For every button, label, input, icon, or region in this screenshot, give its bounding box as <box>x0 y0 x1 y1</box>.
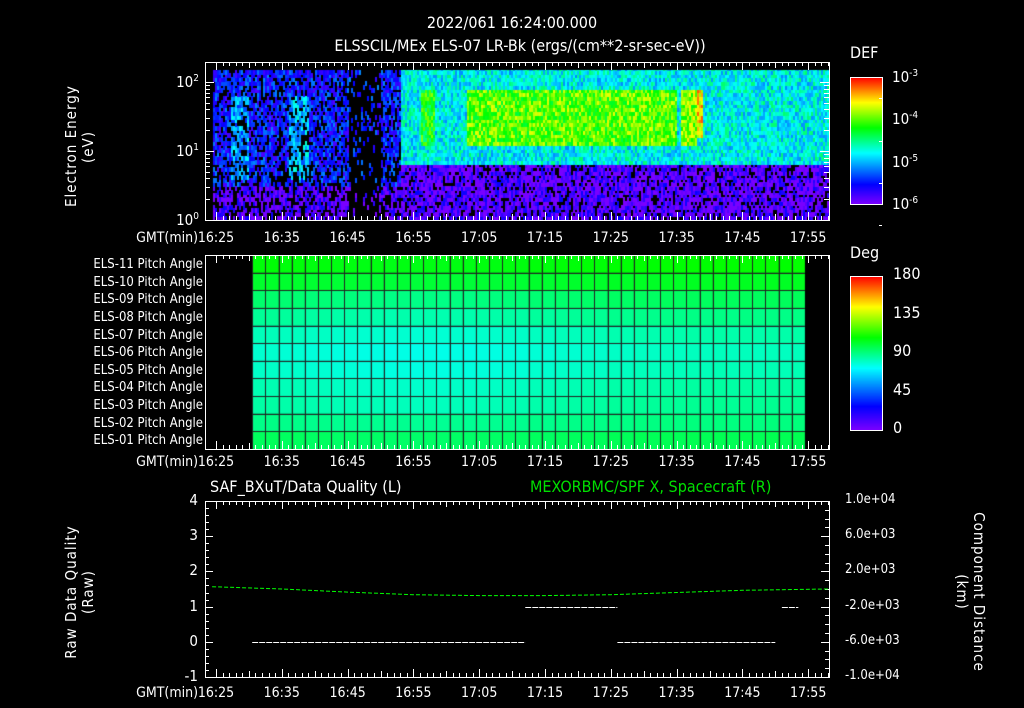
pitch-row-label: ELS-01 Pitch Angle <box>93 433 203 449</box>
time-tick-label: 16:35 <box>263 230 300 246</box>
time-tick-label: 17:15 <box>526 230 564 246</box>
pitch-row-label: ELS-06 Pitch Angle <box>93 345 203 361</box>
time-tick-label: 17:35 <box>658 230 695 246</box>
right-tick-label: -1.0e+04 <box>845 668 900 683</box>
time-axis-label: GMT(min) <box>136 454 198 470</box>
power-base: 10 <box>892 68 910 86</box>
deg-colorbar-tick-label: 0 <box>893 418 903 437</box>
left-tick-label: 3 <box>189 526 198 545</box>
time-tick-label: 17:05 <box>461 230 498 246</box>
time-tick-label: 17:55 <box>790 454 827 470</box>
pitch-row-label: ELS-09 Pitch Angle <box>93 292 203 308</box>
def-colorbar-tick-label: 10-4 <box>892 109 919 129</box>
energy-tick-label: 102 <box>176 72 199 91</box>
time-tick-label: 16:55 <box>395 685 432 701</box>
right-tick-label: 1.0e+04 <box>845 492 896 507</box>
time-tick-label: 17:05 <box>461 685 498 701</box>
deg-colorbar-tick-label: 90 <box>893 341 912 360</box>
power-base: 10 <box>176 211 194 229</box>
time-tick-label: 17:05 <box>461 454 498 470</box>
deg-colorbar-frame <box>850 276 883 431</box>
pitch-row-label: ELS-10 Pitch Angle <box>93 274 203 290</box>
power-base: 10 <box>176 142 194 160</box>
power-base: 10 <box>892 110 910 129</box>
left-tick-label: 0 <box>189 631 198 650</box>
time-tick-label: 17:25 <box>592 685 629 701</box>
time-tick-label: 16:25 <box>197 685 235 701</box>
power-exponent: 1 <box>193 142 199 153</box>
deg-colorbar-tick-label: 135 <box>893 302 921 322</box>
power-exponent: -4 <box>909 110 919 122</box>
def-colorbar-tick-label: 10-3 <box>892 67 919 86</box>
left-tick-label: 1 <box>189 596 198 615</box>
left-tick-label: -1 <box>184 667 198 685</box>
power-exponent: -6 <box>909 195 919 206</box>
time-tick-label: 16:55 <box>395 230 432 246</box>
pitch-row-label: ELS-02 Pitch Angle <box>93 415 203 431</box>
spectrogram-frame <box>205 62 830 221</box>
time-tick-label: 17:25 <box>592 230 629 246</box>
time-tick-label: 17:45 <box>724 230 761 246</box>
def-colorbar-frame <box>850 77 883 205</box>
deg-colorbar-tick-label: 180 <box>893 264 921 283</box>
time-tick-label: 16:25 <box>197 454 235 470</box>
power-exponent: -3 <box>909 68 919 79</box>
deg-colorbar-tick-label: 45 <box>893 379 912 399</box>
def-colorbar-tick-label: 10-5 <box>892 152 919 171</box>
time-tick-label: 16:25 <box>197 230 235 246</box>
spacecraft-x-line <box>212 586 828 597</box>
right-tick-label: 6.0e+03 <box>845 527 896 543</box>
pitch-row-label: ELS-11 Pitch Angle <box>93 257 203 272</box>
right-tick-label: -6.0e+03 <box>845 632 900 648</box>
time-tick-label: 17:55 <box>790 685 827 701</box>
left-tick-label: 2 <box>189 561 198 580</box>
time-tick-label: 17:35 <box>658 685 695 701</box>
time-tick-label: 17:15 <box>526 454 564 470</box>
time-tick-label: 16:35 <box>263 685 300 701</box>
energy-tick-label: 100 <box>176 210 199 229</box>
pitch-row-label: ELS-05 Pitch Angle <box>93 362 203 378</box>
time-tick-label: 17:25 <box>592 454 629 470</box>
time-tick-label: 16:45 <box>329 230 366 246</box>
pitch-grid-frame <box>205 255 830 450</box>
time-axis-label: GMT(min) <box>136 230 198 246</box>
pitch-row-label: ELS-08 Pitch Angle <box>93 309 203 325</box>
time-tick-label: 17:55 <box>790 230 827 246</box>
power-base: 10 <box>892 152 910 171</box>
left-tick-label: 4 <box>189 491 198 509</box>
power-base: 10 <box>892 195 910 213</box>
right-tick-label: -2.0e+03 <box>845 597 900 613</box>
time-tick-label: 16:45 <box>329 685 366 701</box>
time-tick-label: 16:35 <box>263 454 300 470</box>
power-exponent: -5 <box>909 152 919 164</box>
time-tick-label: 16:55 <box>395 454 432 470</box>
right-tick-label: 2.0e+03 <box>845 562 896 578</box>
time-tick-label: 17:45 <box>724 685 761 701</box>
pitch-row-label: ELS-07 Pitch Angle <box>93 327 203 343</box>
time-tick-label: 17:35 <box>658 454 695 470</box>
pitch-row-label: ELS-04 Pitch Angle <box>93 380 203 396</box>
time-axis-label: GMT(min) <box>136 685 198 701</box>
time-tick-label: 17:45 <box>724 454 761 470</box>
pitch-row-label: ELS-03 Pitch Angle <box>93 398 203 414</box>
energy-tick-label: 101 <box>176 141 199 160</box>
def-colorbar-tick-label: 10-6 <box>892 194 919 213</box>
power-base: 10 <box>176 73 194 91</box>
time-tick-label: 16:45 <box>329 454 366 470</box>
time-tick-label: 17:15 <box>526 685 564 701</box>
power-exponent: 0 <box>193 211 199 222</box>
power-exponent: 2 <box>193 73 199 84</box>
